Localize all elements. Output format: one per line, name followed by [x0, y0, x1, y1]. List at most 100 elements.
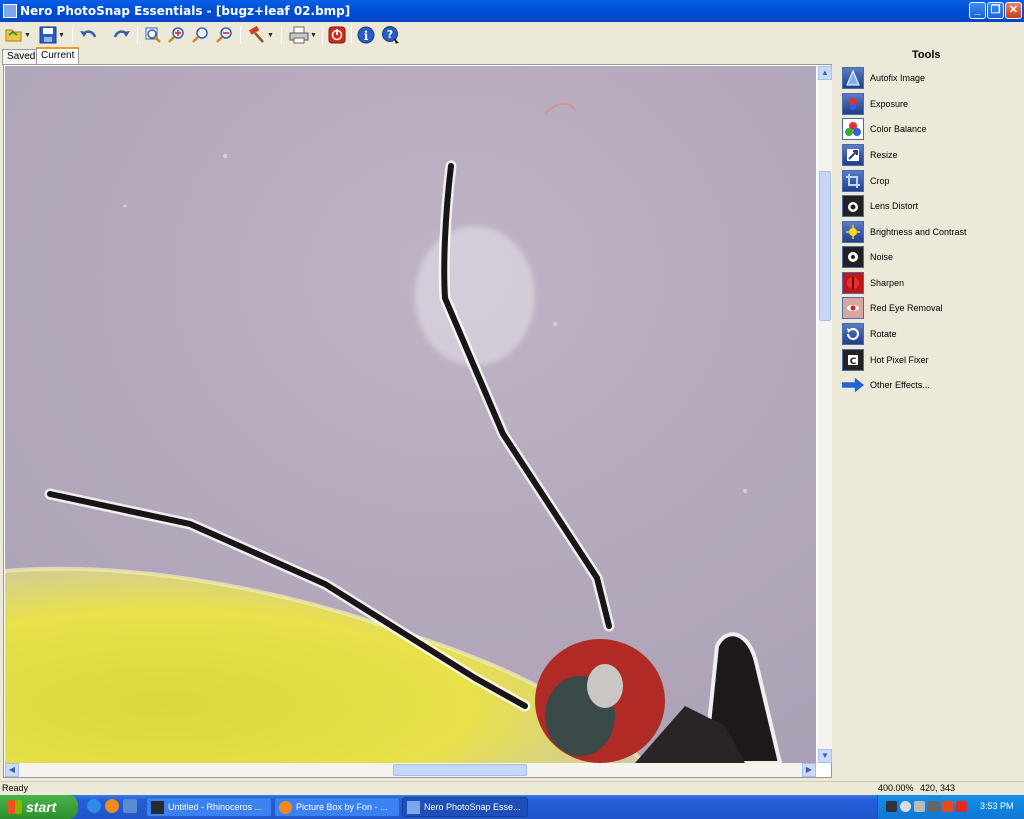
save-button[interactable]: ▼: [37, 24, 67, 46]
resize-icon: [842, 144, 864, 166]
red-eye-icon: [842, 297, 864, 319]
scroll-down-button[interactable]: ▼: [818, 749, 832, 763]
photo-canvas[interactable]: [5, 66, 816, 763]
hammer-icon: [249, 26, 264, 43]
tool-sharpen[interactable]: Sharpen: [842, 272, 1017, 294]
vertical-scroll-thumb[interactable]: [819, 171, 831, 321]
sharpen-icon: [842, 272, 864, 294]
autofix-icon: [842, 67, 864, 89]
tab-saved[interactable]: Saved: [2, 49, 41, 65]
tool-autofix-image[interactable]: Autofix Image: [842, 67, 1017, 89]
arrow-right-icon: [842, 377, 864, 393]
help-icon: ?: [382, 26, 399, 44]
zoom-actual-icon: [192, 27, 208, 43]
open-folder-icon: [5, 29, 22, 42]
windows-flag-icon: [8, 800, 22, 814]
minimize-button[interactable]: _: [969, 2, 986, 19]
bug-photo-image: [5, 66, 816, 763]
tool-label: Sharpen: [870, 278, 905, 288]
redo-button[interactable]: [111, 24, 133, 46]
tool-exposure[interactable]: Exposure: [842, 93, 1017, 115]
tool-label: Exposure: [870, 99, 909, 109]
printer-icon: [289, 26, 309, 44]
scroll-right-button[interactable]: ▶: [802, 763, 816, 777]
noise-icon: [842, 246, 864, 268]
tool-resize[interactable]: Resize: [842, 144, 1017, 166]
exposure-icon: [842, 93, 864, 115]
svg-text:?: ?: [387, 28, 393, 41]
title-bar[interactable]: Nero PhotoSnap Essentials - [bugz+leaf 0…: [0, 0, 1024, 22]
cursor-coordinates: 420, 343: [920, 783, 956, 793]
save-disk-icon: [39, 26, 57, 44]
zoom-in-icon: [168, 27, 184, 43]
start-label: start: [26, 799, 57, 815]
ie-quicklaunch-icon[interactable]: [87, 799, 101, 813]
tool-label: Other Effects...: [870, 380, 930, 390]
task-picture-box[interactable]: Picture Box by Fon - ...: [274, 797, 400, 817]
zoom-in-button[interactable]: [166, 24, 188, 46]
tray-app-icon[interactable]: [886, 801, 897, 812]
close-button[interactable]: ✕: [1005, 2, 1022, 19]
brightness-icon: [842, 221, 864, 243]
status-bar: Ready 400.00% 420, 343: [0, 781, 1024, 795]
info-button[interactable]: i: [355, 24, 377, 46]
undo-button[interactable]: [77, 24, 99, 46]
tray-tool-icon[interactable]: [942, 801, 953, 812]
fit-view-button[interactable]: [142, 24, 164, 46]
scroll-left-button[interactable]: ◀: [5, 763, 19, 777]
tool-label: Hot Pixel Fixer: [870, 355, 929, 365]
zoom-fit-icon: [145, 27, 161, 43]
horizontal-scrollbar[interactable]: ◀ ▶: [5, 763, 816, 777]
tab-current[interactable]: Current: [36, 47, 80, 65]
task-rhinoceros[interactable]: Untitled - Rhinoceros ...: [146, 797, 272, 817]
tool-other-effects[interactable]: Other Effects...: [842, 374, 1017, 396]
tool-red-eye-removal[interactable]: Red Eye Removal: [842, 297, 1017, 319]
help-button[interactable]: ?: [380, 24, 402, 46]
horizontal-scroll-thumb[interactable]: [393, 764, 527, 776]
task-nero-photosnap[interactable]: Nero PhotoSnap Esse...: [402, 797, 528, 817]
tools-hammer-button[interactable]: ▼: [245, 24, 277, 46]
task-label: Untitled - Rhinoceros ...: [168, 802, 263, 812]
tool-crop[interactable]: Crop: [842, 170, 1017, 192]
tray-security-icon[interactable]: [956, 801, 967, 812]
power-icon: [328, 26, 346, 44]
status-text: Ready: [2, 783, 29, 793]
tray-volume-icon[interactable]: [928, 801, 939, 812]
zoom-out-button[interactable]: [214, 24, 236, 46]
tool-label: Lens Distort: [870, 201, 919, 211]
tool-color-balance[interactable]: Color Balance: [842, 118, 1017, 140]
tool-rotate[interactable]: Rotate: [842, 323, 1017, 345]
print-button[interactable]: ▼: [286, 24, 320, 46]
tool-hot-pixel-fixer[interactable]: C Hot Pixel Fixer: [842, 349, 1017, 371]
tool-noise[interactable]: Noise: [842, 246, 1017, 268]
tray-device-icon[interactable]: [914, 801, 925, 812]
tool-label: Autofix Image: [870, 73, 926, 83]
open-button[interactable]: ▼: [3, 24, 33, 46]
clock[interactable]: 3:53 PM: [980, 801, 1014, 811]
tool-brightness-contrast[interactable]: Brightness and Contrast: [842, 221, 1017, 243]
tools-heading: Tools: [912, 49, 941, 61]
exit-button[interactable]: [326, 24, 348, 46]
firefox-quicklaunch-icon[interactable]: [105, 799, 119, 813]
zoom-actual-button[interactable]: [190, 24, 212, 46]
scroll-up-button[interactable]: ▲: [818, 66, 832, 80]
rotate-icon: [842, 323, 864, 345]
tool-label: Crop: [870, 176, 890, 186]
app-quicklaunch-icon[interactable]: [123, 799, 137, 813]
svg-text:i: i: [364, 29, 369, 43]
vertical-scrollbar[interactable]: ▲ ▼: [818, 66, 832, 763]
lens-distort-icon: [842, 195, 864, 217]
photosnap-icon: [407, 800, 420, 814]
tray-network-icon[interactable]: [900, 801, 911, 812]
hot-pixel-icon: C: [842, 349, 864, 371]
tool-label: Noise: [870, 252, 894, 262]
start-button[interactable]: start: [0, 795, 78, 819]
tool-label: Red Eye Removal: [870, 303, 943, 313]
tool-lens-distort[interactable]: Lens Distort: [842, 195, 1017, 217]
restore-button[interactable]: ❐: [987, 2, 1004, 19]
info-icon: i: [357, 26, 375, 44]
image-viewer: ▲ ▼ ◀ ▶: [3, 64, 832, 778]
toolbar: ▼ ▼ ▼ ▼ i ?: [0, 22, 1024, 48]
task-label: Picture Box by Fon - ...: [296, 802, 388, 812]
zoom-level: 400.00%: [878, 783, 914, 793]
